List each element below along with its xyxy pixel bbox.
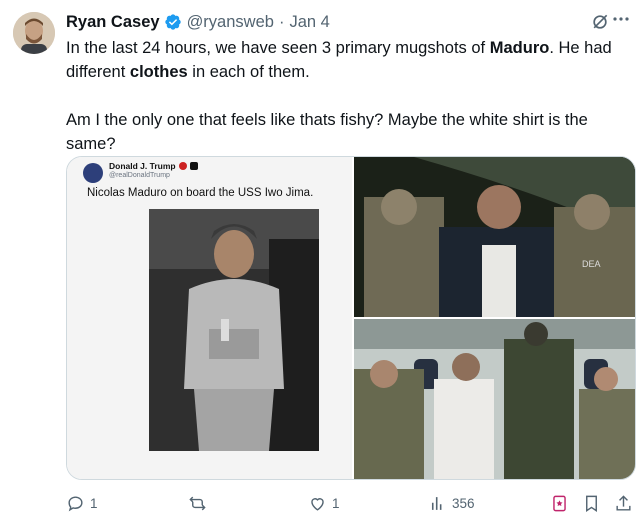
- bookmark-star-icon: [553, 495, 566, 512]
- tweet-text: In the last 24 hours, we have seen 3 pri…: [66, 36, 630, 156]
- media-image-1[interactable]: Donald J. Trump @realDonaldTrump Nicolas…: [67, 157, 352, 479]
- view-count: 356: [452, 496, 475, 511]
- tweet-paragraph-1: In the last 24 hours, we have seen 3 pri…: [66, 36, 630, 84]
- like-count: 1: [332, 496, 340, 511]
- embedded-post-header: Donald J. Trump @realDonaldTrump: [83, 161, 198, 183]
- author-name[interactable]: Ryan Casey: [66, 13, 160, 32]
- media-image-2[interactable]: DEA: [354, 157, 635, 317]
- tweet-text-bold-clothes: clothes: [129, 63, 188, 81]
- author-handle[interactable]: @ryansweb: [187, 13, 274, 32]
- verified-badge-icon: [164, 14, 181, 30]
- share-button[interactable]: [614, 494, 633, 513]
- dea-patch-label: DEA: [582, 259, 601, 269]
- share-icon: [616, 495, 631, 511]
- embedded-author-handle: @realDonaldTrump: [109, 172, 170, 179]
- badge-icon: [178, 162, 187, 170]
- like-button[interactable]: 1: [308, 494, 340, 513]
- action-bar: 1 1 356: [66, 494, 636, 516]
- media-image-3[interactable]: [354, 319, 635, 479]
- bookmark-button[interactable]: [582, 494, 601, 513]
- embedded-photo: [149, 209, 319, 451]
- reply-button[interactable]: 1: [66, 494, 98, 513]
- reply-icon: [68, 496, 83, 512]
- tweet-paragraph-2: Am I the only one that feels like thats …: [66, 111, 588, 153]
- embedded-avatar: [83, 163, 103, 183]
- views-icon: [431, 497, 442, 510]
- tweet-text-bold-maduro: Maduro: [489, 39, 550, 57]
- reply-count: 1: [90, 496, 98, 511]
- post-date[interactable]: Jan 4: [289, 13, 329, 32]
- repost-button[interactable]: [188, 494, 212, 513]
- separator-dot: ·: [278, 12, 285, 31]
- bookmark-grok-button[interactable]: [550, 494, 569, 513]
- heart-icon: [311, 498, 324, 511]
- views-button[interactable]: 356: [428, 494, 475, 513]
- embedded-author-name: Donald J. Trump: [109, 161, 176, 171]
- badge-icon: [189, 162, 198, 170]
- bookmark-icon: [586, 495, 597, 512]
- tweet-text-part: In the last 24 hours, we have seen 3 pri…: [66, 39, 490, 57]
- grok-icon[interactable]: [590, 12, 610, 32]
- media-grid: Donald J. Trump @realDonaldTrump Nicolas…: [66, 156, 636, 480]
- embedded-post-text: Nicolas Maduro on board the USS Iwo Jima…: [87, 187, 314, 199]
- more-options-icon[interactable]: [612, 8, 630, 21]
- avatar[interactable]: [13, 12, 55, 54]
- tweet-text-part: in each of them.: [187, 63, 310, 81]
- tweet-header: Ryan Casey @ryansweb · Jan 4: [66, 10, 630, 34]
- repost-icon: [189, 496, 206, 511]
